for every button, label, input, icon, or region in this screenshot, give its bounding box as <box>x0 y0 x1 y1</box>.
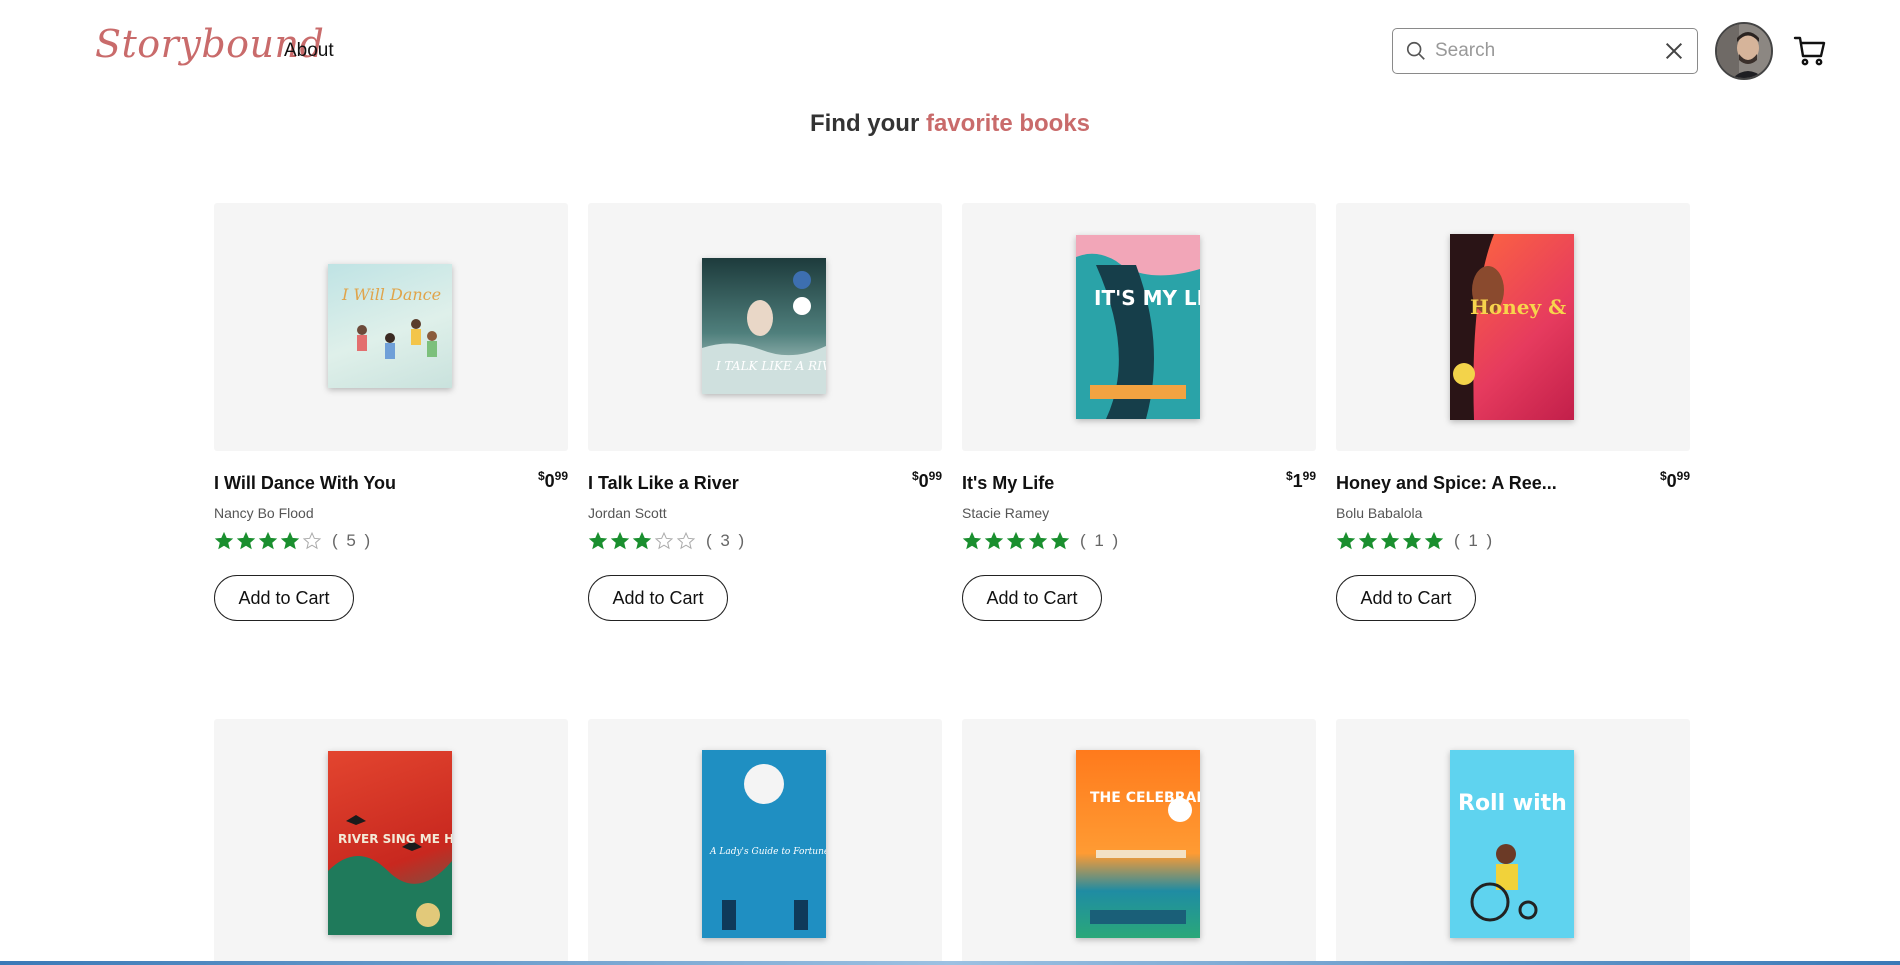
star-rating: ( 1 ) <box>1336 531 1494 551</box>
book-cover-image: Roll with It <box>1450 750 1574 938</box>
book-price: $199 <box>1285 469 1316 491</box>
tagline-prefix: Find your <box>809 110 926 137</box>
price-whole: 0 <box>918 471 929 491</box>
clear-search-icon[interactable] <box>1663 40 1685 62</box>
star-rating: ( 1 ) <box>962 531 1120 551</box>
rating-count: ( 1 ) <box>1080 531 1121 550</box>
book-cover-image: RIVER SING ME HOME <box>328 751 452 935</box>
cart-icon[interactable] <box>1793 34 1827 68</box>
book-title[interactable]: I Talk Like a River <box>588 473 739 494</box>
cover-title-text: Honey & Spice <box>1470 295 1574 319</box>
book-cover-frame[interactable]: IT'S MY LIFE <box>962 203 1316 451</box>
star-filled-icon <box>588 531 608 550</box>
book-cover-image: I Will Dance <box>328 264 452 388</box>
page-bottom-border <box>0 961 1900 965</box>
price-whole: 0 <box>1666 471 1677 491</box>
star-filled-icon <box>610 531 630 550</box>
rating-count: ( 1 ) <box>1454 531 1495 550</box>
star-rating: ( 3 ) <box>588 531 746 551</box>
star-filled-icon <box>280 531 300 550</box>
page-tagline: Find your favorite books <box>0 110 1900 138</box>
book-cover-frame[interactable]: I Will Dance <box>214 203 568 451</box>
book-author: Jordan Scott <box>588 505 667 521</box>
star-empty-icon <box>302 531 322 550</box>
price-whole: 0 <box>544 471 555 491</box>
book-cover-frame[interactable]: A Lady's Guide to Fortune-Hunting <box>588 719 942 965</box>
book-cover-frame[interactable]: RIVER SING ME HOME <box>214 719 568 965</box>
book-price: $099 <box>911 469 942 491</box>
nav-about-link[interactable]: About <box>284 40 334 62</box>
rating-count: ( 3 ) <box>706 531 747 550</box>
star-filled-icon <box>214 531 234 550</box>
star-filled-icon <box>1006 531 1026 550</box>
book-title[interactable]: Honey and Spice: A Ree... <box>1336 473 1557 494</box>
star-empty-icon <box>654 531 674 550</box>
book-author: Stacie Ramey <box>962 505 1050 521</box>
price-cents: 99 <box>1676 469 1690 483</box>
star-rating: ( 5 ) <box>214 531 372 551</box>
stars <box>588 531 698 551</box>
stars <box>1336 531 1446 551</box>
book-cover-image: THE CELEBRANTS <box>1076 750 1200 938</box>
site-header: Storybound About <box>0 0 1900 100</box>
star-filled-icon <box>1336 531 1356 550</box>
price-cents: 99 <box>1302 469 1316 483</box>
book-price: $099 <box>537 469 568 491</box>
add-to-cart-button[interactable]: Add to Cart <box>1336 575 1476 621</box>
star-empty-icon <box>676 531 696 550</box>
star-filled-icon <box>984 531 1004 550</box>
star-filled-icon <box>236 531 256 550</box>
book-author: Bolu Babalola <box>1336 505 1423 521</box>
star-filled-icon <box>1050 531 1070 550</box>
stars <box>214 531 324 551</box>
price-cents: 99 <box>554 469 568 483</box>
price-cents: 99 <box>928 469 942 483</box>
tagline-accent: favorite books <box>925 110 1091 137</box>
book-author: Nancy Bo Flood <box>214 505 314 521</box>
cover-title-text: A Lady's Guide to Fortune-Hunting <box>709 847 826 857</box>
price-whole: 1 <box>1292 471 1303 491</box>
book-cover-image: I TALK LIKE A RIVER <box>702 258 826 394</box>
book-cover-image: Honey & Spice <box>1450 234 1574 420</box>
add-to-cart-button[interactable]: Add to Cart <box>588 575 728 621</box>
book-cover-frame[interactable]: THE CELEBRANTS <box>962 719 1316 965</box>
star-filled-icon <box>1380 531 1400 550</box>
book-cover-image: IT'S MY LIFE <box>1076 235 1200 419</box>
star-filled-icon <box>1424 531 1444 550</box>
book-title[interactable]: I Will Dance With You <box>214 473 396 494</box>
search-box <box>1392 28 1698 74</box>
add-to-cart-button[interactable]: Add to Cart <box>962 575 1102 621</box>
star-filled-icon <box>258 531 278 550</box>
cover-title-text: RIVER SING ME HOME <box>338 832 452 846</box>
star-filled-icon <box>1358 531 1378 550</box>
star-filled-icon <box>962 531 982 550</box>
book-title[interactable]: It's My Life <box>962 473 1054 494</box>
book-price: $099 <box>1659 469 1690 491</box>
book-cover-image: A Lady's Guide to Fortune-Hunting <box>702 750 826 938</box>
search-input[interactable] <box>1435 37 1655 65</box>
star-filled-icon <box>1402 531 1422 550</box>
book-cover-frame[interactable]: Honey & Spice <box>1336 203 1690 451</box>
stars <box>962 531 1072 551</box>
user-avatar[interactable] <box>1715 22 1773 80</box>
book-cover-frame[interactable]: I TALK LIKE A RIVER <box>588 203 942 451</box>
cover-title-text: Roll with It <box>1458 791 1574 816</box>
star-filled-icon <box>632 531 652 550</box>
avatar-image <box>1717 24 1771 78</box>
star-filled-icon <box>1028 531 1048 550</box>
search-icon <box>1406 41 1425 60</box>
rating-count: ( 5 ) <box>332 531 373 550</box>
cover-title-text: I Will Dance <box>341 285 441 304</box>
cover-title-text: IT'S MY LIFE <box>1094 286 1200 310</box>
book-cover-frame[interactable]: Roll with It <box>1336 719 1690 965</box>
cover-title-text: I TALK LIKE A RIVER <box>715 359 826 373</box>
add-to-cart-button[interactable]: Add to Cart <box>214 575 354 621</box>
